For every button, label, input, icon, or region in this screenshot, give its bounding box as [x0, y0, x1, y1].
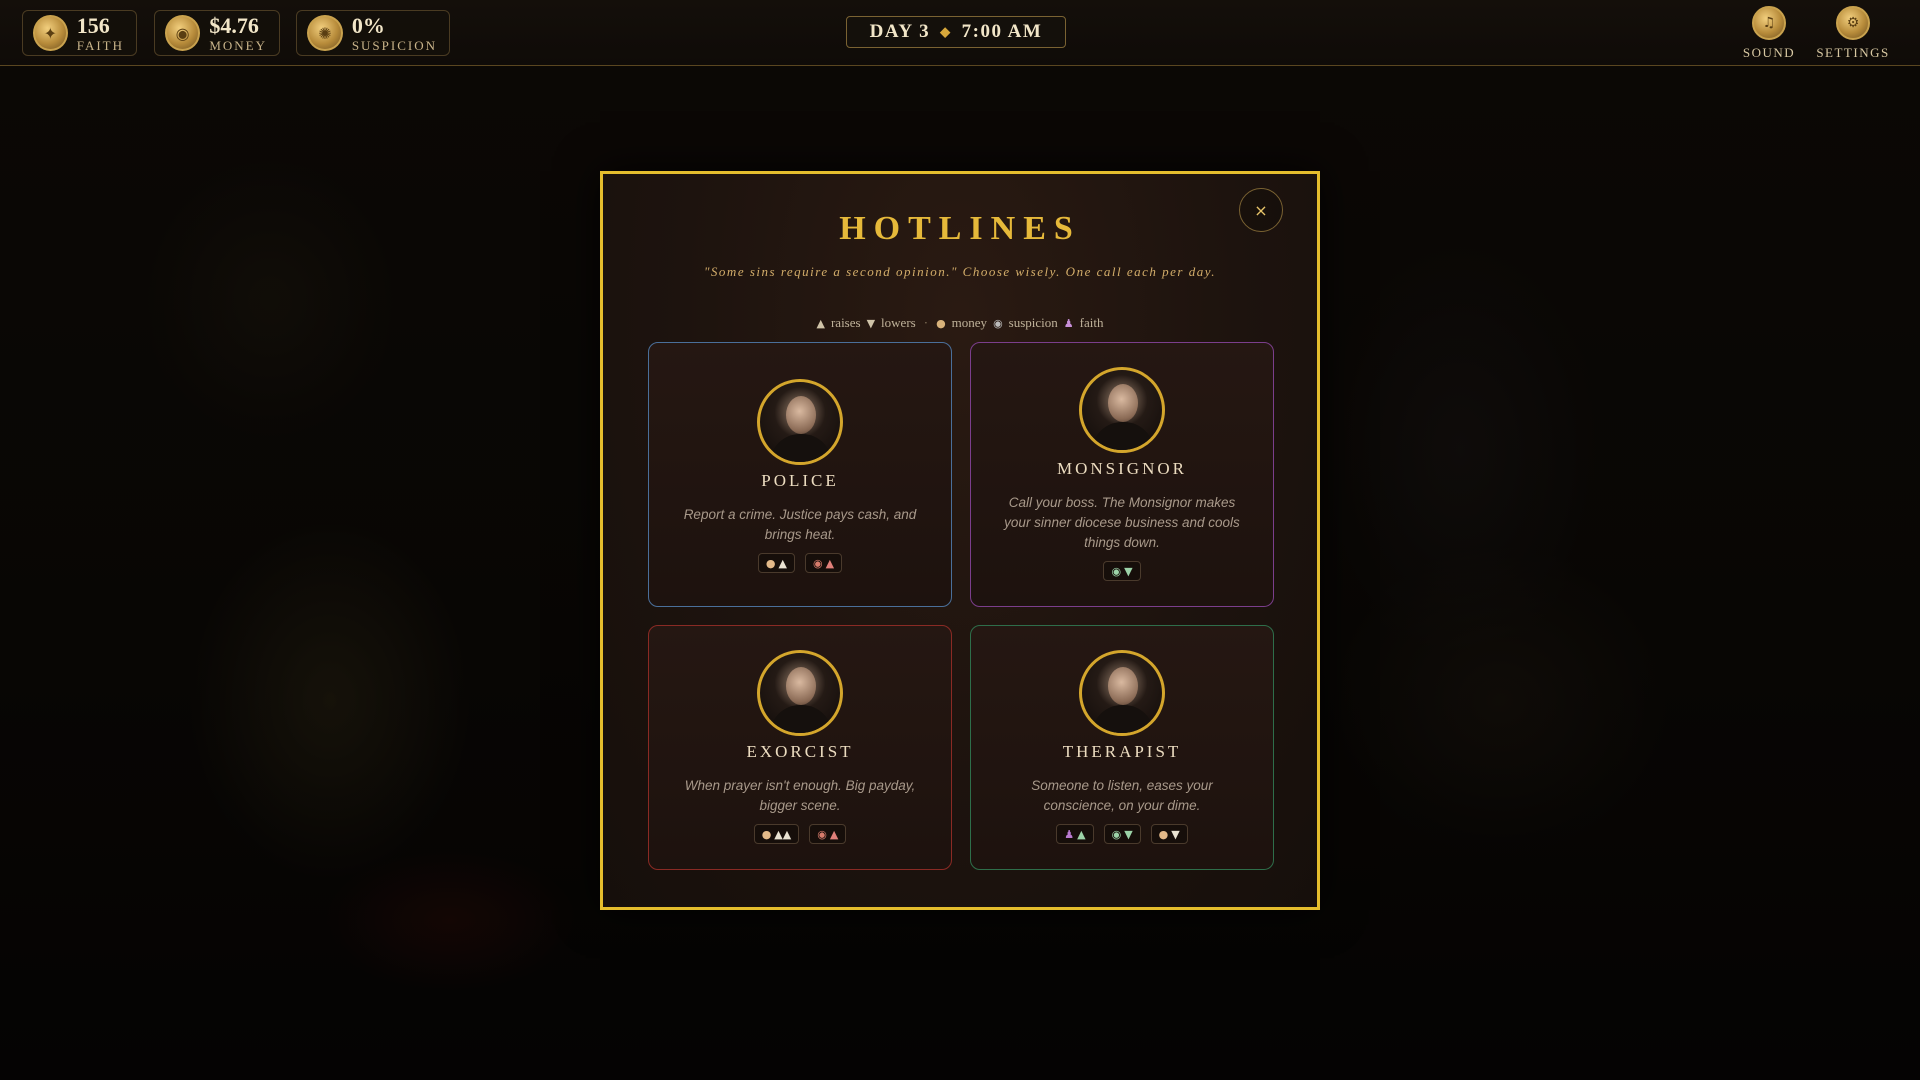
- praying-hands-icon: ♟: [1064, 827, 1075, 841]
- lowers-arrow-icon: ▼: [1124, 564, 1133, 578]
- effect-money-lowers: ● ▼: [1150, 824, 1188, 844]
- suspicion-value: 0%: [351, 12, 385, 38]
- legend-faith: faith: [1079, 315, 1104, 330]
- suspicion-coin-icon: ✺: [307, 15, 343, 51]
- effect-suspicion-lowers: ◉ ▼: [1103, 561, 1141, 581]
- suspicion-label: Suspicion: [351, 37, 437, 53]
- effect-suspicion-raises: ◉ ▲: [809, 824, 847, 844]
- money-coin-icon: ◉: [165, 15, 201, 51]
- effects-row: ◉ ▼: [1103, 561, 1141, 581]
- money-bag-icon: ●: [761, 827, 772, 841]
- card-description: When prayer isn't enough. Big payday, bi…: [684, 778, 916, 813]
- money-bag-icon: ●: [936, 316, 946, 330]
- effect-money-raises: ● ▲: [757, 553, 795, 573]
- effects-legend: ▲ raises ▼ lowers · ● money ◉ suspicion …: [603, 315, 1317, 331]
- lowers-arrow-icon: ▼: [1124, 827, 1133, 841]
- card-description: Someone to listen, eases your conscience…: [1031, 778, 1213, 813]
- eye-icon: ◉: [1111, 564, 1122, 578]
- lowers-arrow-icon: ▼: [866, 316, 876, 330]
- lowers-arrow-icon: ▼: [1171, 827, 1180, 841]
- effect-money-raises-double: ● ▲▲: [753, 824, 800, 844]
- effects-row: ● ▲▲ ◉ ▲: [753, 824, 847, 844]
- legend-separator: ·: [923, 315, 929, 330]
- hotline-card-exorcist[interactable]: Exorcist When prayer isn't enough. Big p…: [648, 625, 952, 870]
- money-bag-icon: ●: [1158, 827, 1169, 841]
- card-name: Police: [761, 471, 839, 490]
- monsignor-portrait: [1079, 367, 1165, 453]
- hotline-card-police[interactable]: Police Report a crime. Justice pays cash…: [648, 342, 952, 607]
- legend-suspicion: suspicion: [1008, 315, 1058, 330]
- raises-arrow-icon: ▲: [778, 556, 787, 570]
- money-stat: ◉ $4.76 Money: [154, 10, 280, 56]
- time-label: 7:00 AM: [961, 21, 1043, 42]
- hotline-card-therapist[interactable]: Therapist Someone to listen, eases your …: [970, 625, 1274, 870]
- card-name: Therapist: [1062, 742, 1182, 761]
- diamond-separator-icon: ◆: [940, 24, 952, 39]
- raises-arrow-icon: ▲: [825, 556, 835, 570]
- effect-faith-raises: ♟ ▲: [1056, 824, 1094, 844]
- card-description: Report a crime. Justice pays cash, and b…: [683, 507, 917, 542]
- effect-suspicion-lowers: ◉ ▼: [1103, 824, 1141, 844]
- top-bar: ✦ 156 Faith ◉ $4.76 Money ✺ 0% Suspicion…: [0, 0, 1920, 66]
- raises-arrow-icon: ▲▲: [774, 827, 792, 841]
- faith-stat: ✦ 156 Faith: [22, 10, 137, 56]
- exorcist-portrait: [757, 650, 843, 736]
- faith-coin-icon: ✦: [33, 15, 68, 51]
- eye-icon: ◉: [817, 827, 827, 841]
- sound-button[interactable]: ♫ Sound: [1734, 6, 1804, 62]
- faith-value: 156: [76, 12, 110, 38]
- money-bag-icon: ●: [765, 556, 776, 570]
- settings-button[interactable]: ⚙ Settings: [1816, 6, 1890, 62]
- legend-raises: raises: [830, 315, 861, 330]
- effects-row: ● ▲ ◉ ▲: [757, 553, 843, 573]
- day-label: DAY 3: [869, 21, 931, 42]
- legend-money: money: [951, 315, 988, 330]
- card-name: Exorcist: [746, 742, 854, 761]
- raises-arrow-icon: ▲: [829, 827, 839, 841]
- effect-suspicion-raises: ◉ ▲: [805, 553, 843, 573]
- raises-arrow-icon: ▲: [1077, 827, 1086, 841]
- money-label: Money: [209, 37, 267, 53]
- effects-row: ♟ ▲ ◉ ▼ ● ▼: [1056, 824, 1188, 844]
- day-time-display: DAY 3 ◆ 7:00 AM: [846, 16, 1066, 48]
- settings-label: Settings: [1816, 45, 1890, 60]
- card-name: Monsignor: [1057, 459, 1187, 478]
- eye-icon: ◉: [813, 556, 823, 570]
- card-description: Call your boss. The Monsignor makes your…: [1004, 495, 1240, 550]
- police-portrait: [757, 379, 843, 465]
- sound-icon: ♫: [1752, 6, 1786, 40]
- eye-icon: ◉: [1111, 827, 1122, 841]
- suspicion-stat: ✺ 0% Suspicion: [296, 10, 450, 56]
- settings-gear-icon: ⚙: [1836, 6, 1870, 40]
- money-value: $4.76: [209, 12, 259, 38]
- therapist-portrait: [1079, 650, 1165, 736]
- praying-hands-icon: ♟: [1063, 316, 1074, 330]
- hotlines-modal: × HOTLINES "Some sins require a second o…: [600, 171, 1320, 910]
- hotline-card-monsignor[interactable]: Monsignor Call your boss. The Monsignor …: [970, 342, 1274, 607]
- legend-lowers: lowers: [881, 315, 916, 330]
- modal-subtitle: "Some sins require a second opinion." Ch…: [703, 264, 1217, 279]
- raises-arrow-icon: ▲: [816, 316, 825, 330]
- eye-icon: ◉: [993, 316, 1003, 330]
- modal-title: HOTLINES: [839, 210, 1081, 247]
- faith-label: Faith: [76, 37, 124, 53]
- sound-label: Sound: [1742, 45, 1796, 60]
